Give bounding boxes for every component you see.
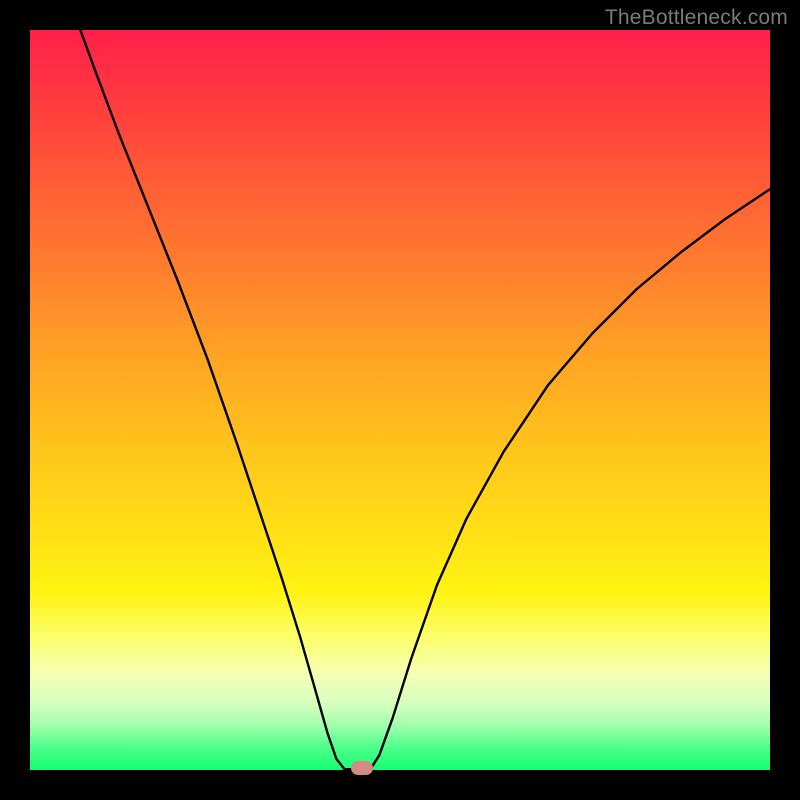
plot-area: [30, 30, 770, 770]
watermark-text: TheBottleneck.com: [605, 6, 788, 30]
curve-svg: [30, 30, 770, 770]
optimum-marker: [351, 761, 373, 775]
bottleneck-curve: [80, 30, 770, 769]
chart-frame: TheBottleneck.com: [0, 0, 800, 800]
